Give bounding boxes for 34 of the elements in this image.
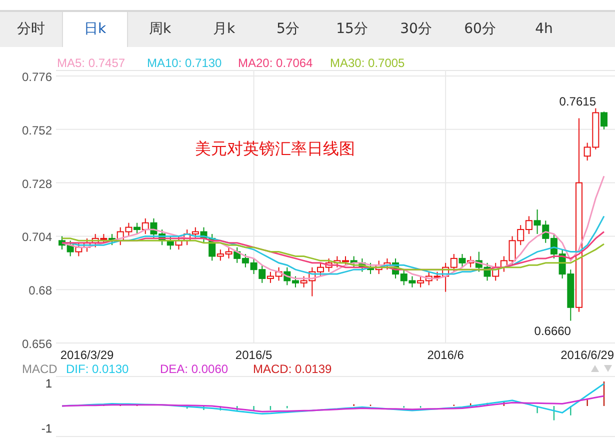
y-axis-label: 0.68 [28, 284, 52, 298]
y-axis-label: 0.704 [22, 230, 52, 244]
legend-label: MACD: 0.0139 [253, 363, 332, 376]
price-annotation: 0.7615 [559, 94, 596, 108]
indicator-label: MACD [22, 363, 58, 376]
scroll-up-icon[interactable] [591, 365, 599, 372]
legend-label: DEA: 0.0060 [160, 363, 228, 376]
price-annotation: 0.6660 [534, 324, 571, 338]
chart-title: 美元对英镑汇率日线图 [195, 139, 355, 158]
x-axis-label: 2016/6 [427, 348, 464, 362]
legend-label: DIF: 0.0130 [66, 363, 129, 376]
tab[interactable]: 日k [62, 12, 128, 47]
tab[interactable]: 分时 [0, 12, 62, 47]
tab[interactable]: 30分 [384, 12, 448, 47]
y-axis-label: 0.656 [22, 337, 52, 351]
y-axis-label: -1 [41, 421, 52, 436]
y-axis-label: 0.728 [22, 176, 52, 191]
tab[interactable]: 15分 [320, 12, 384, 47]
tab[interactable]: 月k [192, 12, 256, 47]
y-axis-label: 0.752 [22, 123, 52, 138]
x-axis-label: 2016/3/29 [60, 348, 114, 362]
x-axis-label: 2016/6/29 [560, 348, 614, 362]
x-axis-label: 2016/5 [235, 348, 272, 362]
y-axis-label: 1 [45, 376, 52, 391]
scroll-down-icon[interactable] [604, 365, 612, 372]
y-axis-label: 0.776 [22, 70, 52, 84]
tab[interactable]: 60分 [448, 12, 512, 47]
tab[interactable]: 5分 [256, 12, 320, 47]
tab[interactable]: 周k [128, 12, 192, 47]
legend-label: MA5: 0.7457 [57, 56, 126, 70]
tab[interactable]: 4h [512, 12, 576, 47]
legend-label: MA30: 0.7005 [330, 56, 405, 70]
legend-label: MA20: 0.7064 [238, 56, 313, 70]
legend-label: MA10: 0.7130 [147, 56, 222, 70]
